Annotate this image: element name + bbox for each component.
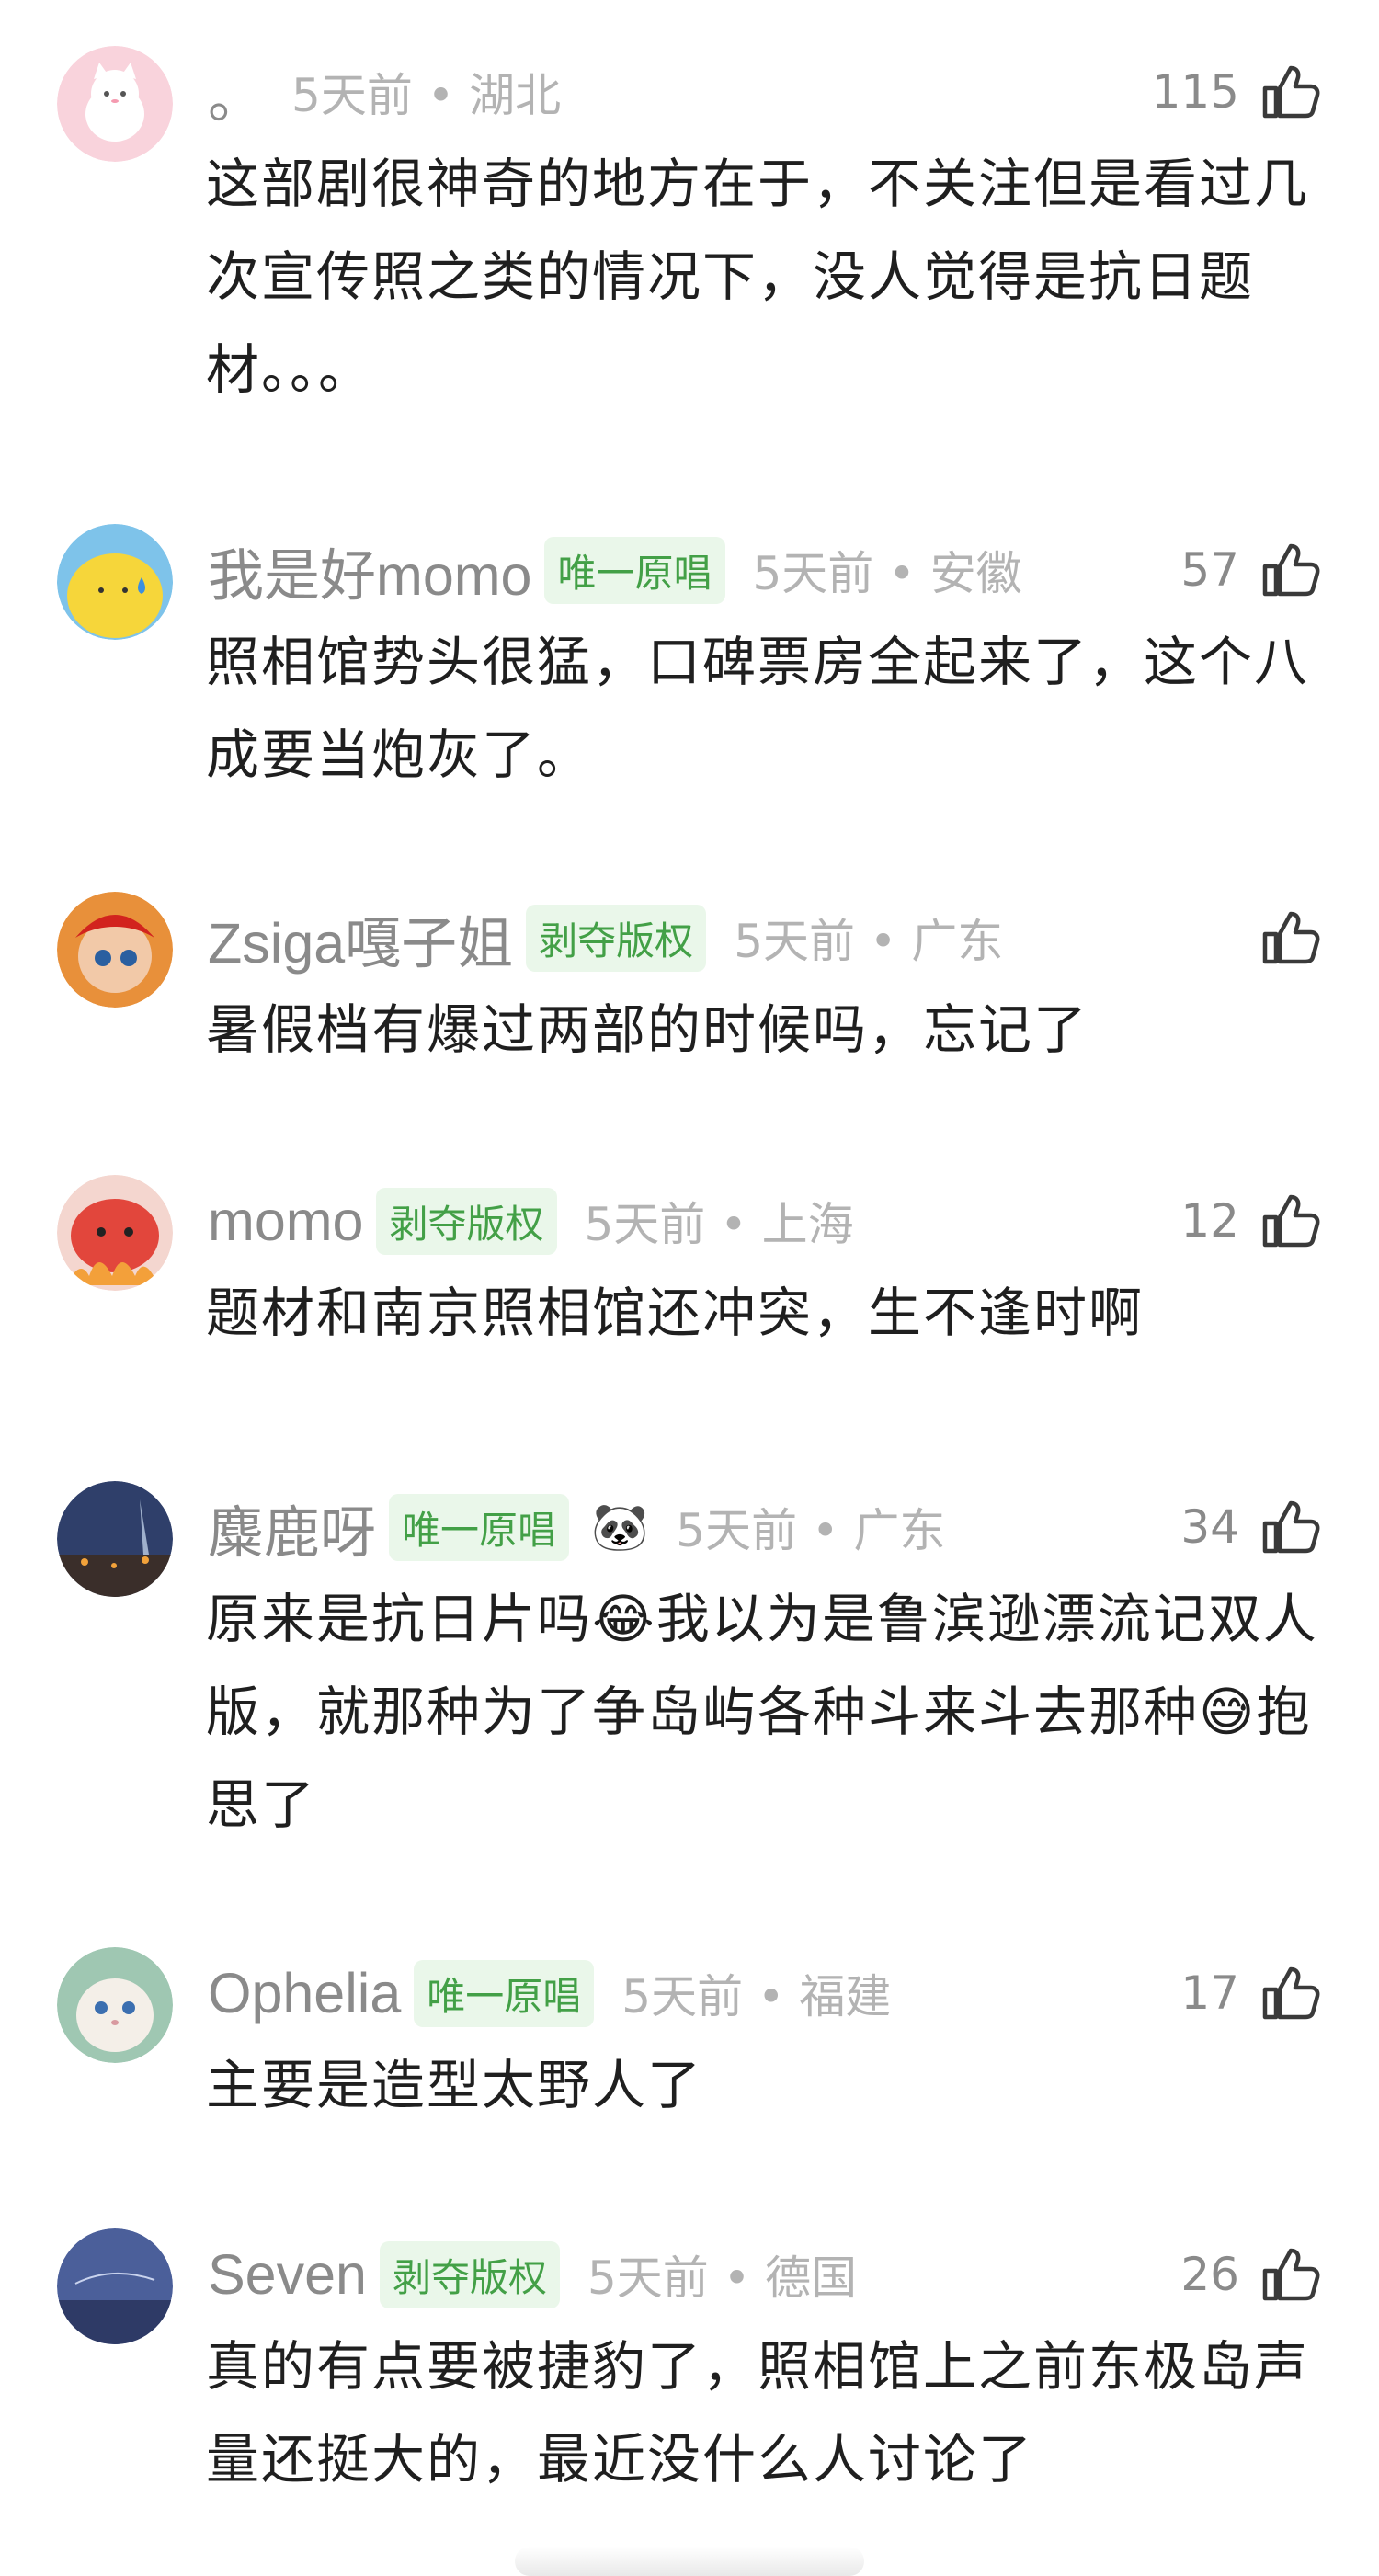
like-count: 115	[1151, 65, 1239, 119]
timestamp-location: 5天前 • 安徽	[752, 547, 1022, 600]
like-thumb-icon[interactable]	[1256, 2241, 1322, 2308]
timestamp-location: 5天前 • 德国	[587, 2251, 858, 2305]
username[interactable]: Zsiga嘎子姐	[208, 897, 513, 979]
comment-text: 真的有点要被捷豹了，照相馆上之前东极岛声量还挺大的，最近没什么人讨论了	[206, 2335, 1310, 2491]
username[interactable]: momo	[208, 1189, 363, 1253]
status-badge: 剥夺版权	[526, 904, 707, 972]
like-thumb-icon[interactable]	[1256, 1188, 1322, 1254]
comment-text: 题材和南京照相馆还冲突，生不逢时啊	[206, 1282, 1145, 1344]
status-badge: 唯一原唱	[544, 536, 725, 604]
username[interactable]: 麋鹿呀	[208, 1487, 376, 1568]
like-thumb-icon[interactable]	[1256, 59, 1322, 125]
like-thumb-icon[interactable]	[1256, 905, 1322, 971]
status-badge: 唯一原唱	[414, 1959, 595, 2027]
comment-meta: 麋鹿呀 唯一原唱 🐼 5天前 • 广东	[208, 1490, 945, 1564]
comment-meta: Ophelia 唯一原唱 5天前 • 福建	[208, 1956, 891, 2030]
like-thumb-icon[interactable]	[1256, 1960, 1322, 2026]
like-thumb-icon[interactable]	[1256, 537, 1322, 603]
comment-text: 原来是抗日片吗😂我以为是鲁滨逊漂流记双人版，就那种为了争岛屿各种斗来斗去那种😅抱…	[206, 1588, 1318, 1836]
avatar[interactable]	[57, 1481, 173, 1597]
like-count: 57	[1180, 543, 1239, 597]
username[interactable]: Ophelia	[208, 1961, 401, 2025]
like-count: 17	[1180, 1966, 1239, 2020]
timestamp-location: 5天前 • 上海	[584, 1198, 854, 1251]
username[interactable]: Seven	[208, 2242, 367, 2307]
avatar[interactable]	[57, 1947, 173, 2063]
username[interactable]: 我是好momo	[208, 530, 531, 611]
avatar[interactable]	[57, 892, 173, 1008]
like-count: 12	[1180, 1194, 1239, 1248]
timestamp-location: 5天前 • 广东	[676, 1504, 946, 1557]
timestamp-location: 5天前 • 福建	[621, 1970, 892, 2023]
status-badge: 剥夺版权	[379, 2240, 560, 2308]
timestamp-location: 5天前 • 广东	[734, 915, 1004, 968]
panda-badge-icon: 🐼	[591, 1499, 649, 1554]
like-button[interactable]	[1239, 901, 1322, 975]
comment-text: 这部剧很神奇的地方在于，不关注但是看过几次宣传照之类的情况下，没人觉得是抗日题材…	[206, 153, 1310, 401]
comment-text: 主要是造型太野人了	[206, 2054, 703, 2116]
comment-text: 照相馆势头很猛，口碑票房全起来了，这个八成要当炮灰了。	[206, 631, 1310, 786]
like-button[interactable]: 17	[1180, 1956, 1322, 2030]
like-thumb-icon[interactable]	[1256, 1494, 1322, 1560]
status-badge: 剥夺版权	[376, 1187, 557, 1255]
bottom-fade	[515, 2547, 864, 2576]
like-button[interactable]: 26	[1180, 2238, 1322, 2311]
comment-meta: Zsiga嘎子姐 剥夺版权 5天前 • 广东	[208, 901, 1003, 975]
like-button[interactable]: 57	[1180, 533, 1322, 607]
avatar[interactable]	[57, 46, 173, 162]
comment-meta: momo 剥夺版权 5天前 • 上海	[208, 1184, 854, 1258]
avatar[interactable]	[57, 1175, 173, 1291]
comment-text: 暑假档有爆过两部的时候吗，忘记了	[206, 998, 1089, 1061]
like-button[interactable]: 12	[1180, 1184, 1322, 1258]
username[interactable]: 。	[208, 51, 264, 133]
like-count: 34	[1180, 1500, 1239, 1554]
like-button[interactable]: 115	[1152, 55, 1322, 129]
comment-list: 。 5天前 • 湖北 115 这部剧很神奇的地方在于，不关注但是看过几次宣传照之…	[0, 0, 1379, 2576]
like-button[interactable]: 34	[1180, 1490, 1322, 1564]
like-count: 26	[1180, 2248, 1239, 2301]
avatar[interactable]	[57, 2228, 173, 2344]
comment-meta: Seven 剥夺版权 5天前 • 德国	[208, 2238, 857, 2311]
status-badge: 唯一原唱	[389, 1493, 570, 1561]
comment-meta: 。 5天前 • 湖北	[208, 55, 561, 129]
timestamp-location: 5天前 • 湖北	[291, 69, 562, 122]
comment-meta: 我是好momo 唯一原唱 5天前 • 安徽	[208, 533, 1022, 607]
avatar[interactable]	[57, 524, 173, 640]
